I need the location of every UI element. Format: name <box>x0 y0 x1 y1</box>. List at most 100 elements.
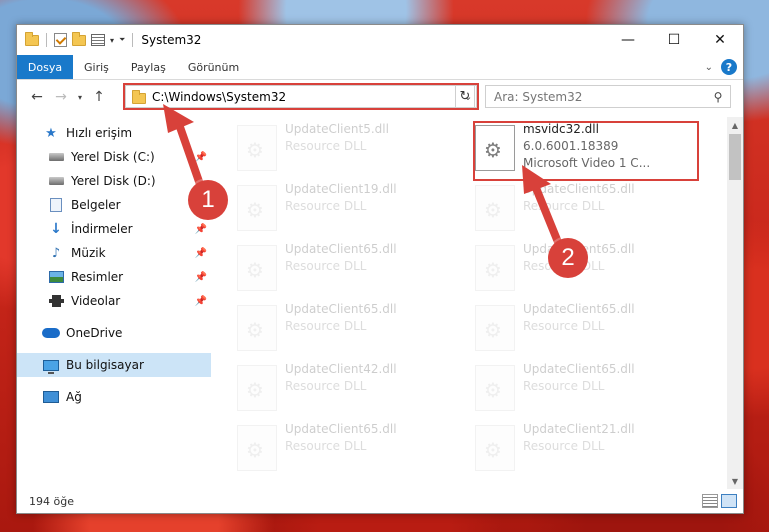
search-box[interactable]: ⚲ <box>485 85 731 108</box>
file-explorer-window: ▾ ⏷ System32 — ☐ ✕ Dosya Giriş Paylaş Gö… <box>16 24 744 514</box>
file-item[interactable]: UpdateClient42.dll Resource DLL <box>237 361 467 421</box>
file-name: UpdateClient65.dll <box>523 182 635 196</box>
file-item[interactable]: UpdateClient65.dllResource DLL <box>475 301 705 361</box>
window-title: System32 <box>141 33 202 47</box>
sidebar-item-label: Bu bilgisayar <box>66 358 144 372</box>
view-toggle <box>702 494 737 508</box>
up-button[interactable]: ↑ <box>87 89 111 105</box>
back-button[interactable]: ← <box>25 89 49 105</box>
sidebar-item-local-disk-c[interactable]: Yerel Disk (C:) 📌 <box>17 145 211 169</box>
pin-icon: 📌 <box>194 247 207 259</box>
properties-icon[interactable] <box>91 34 105 46</box>
file-item[interactable]: UpdateClient65.dllResource DLL <box>475 361 705 421</box>
chevron-down-icon[interactable]: ▾ <box>110 36 114 45</box>
file-item[interactable]: UpdateClient21.dll Resource DLL <box>475 421 705 481</box>
title-bar: ▾ ⏷ System32 — ☐ ✕ <box>17 25 743 55</box>
search-input[interactable] <box>494 89 706 104</box>
customize-toolbar-icon[interactable]: ⏷ <box>119 35 125 45</box>
sidebar-item-label: İndirmeler <box>71 222 133 236</box>
tab-view[interactable]: Görünüm <box>177 55 250 79</box>
pin-icon: 📌 <box>194 295 207 307</box>
refresh-button[interactable]: ↻ <box>455 85 475 108</box>
sidebar-item-label: Belgeler <box>71 198 121 212</box>
sidebar-item-onedrive[interactable]: OneDrive <box>17 321 211 345</box>
tab-file[interactable]: Dosya <box>17 55 73 79</box>
forward-button[interactable]: → <box>49 89 73 105</box>
videos-icon <box>47 293 65 309</box>
sidebar-item-label: Hızlı erişim <box>66 126 133 140</box>
large-icons-view-icon[interactable] <box>721 494 737 508</box>
file-type: Resource DLL <box>523 379 605 393</box>
details-view-icon[interactable] <box>702 494 718 508</box>
sidebar-item-documents[interactable]: Belgeler <box>17 193 211 217</box>
file-name: UpdateClient65.dll <box>285 242 397 256</box>
dll-file-icon <box>237 305 277 351</box>
file-item[interactable]: UpdateClient65.dllResource DLL <box>475 241 705 301</box>
pin-icon: 📌 <box>194 271 207 283</box>
folder-icon <box>25 31 39 46</box>
toolbar-separator <box>46 33 47 47</box>
drive-icon <box>47 149 65 165</box>
sidebar-item-label: Yerel Disk (C:) <box>71 150 155 164</box>
file-item[interactable]: UpdateClient65.dllResource DLL <box>237 421 467 481</box>
sidebar-item-label: Müzik <box>71 246 106 260</box>
file-name: UpdateClient19.dll <box>285 182 397 196</box>
file-item[interactable]: UpdateClient5.dll Resource DLL <box>237 121 467 181</box>
sidebar-item-label: Yerel Disk (D:) <box>71 174 156 188</box>
sidebar-item-videos[interactable]: Videolar 📌 <box>17 289 211 313</box>
dll-file-icon <box>237 245 277 291</box>
scroll-down-icon[interactable]: ▼ <box>727 473 743 489</box>
file-type: Resource DLL <box>523 319 605 333</box>
sidebar-item-local-disk-d[interactable]: Yerel Disk (D:) <box>17 169 211 193</box>
file-name: UpdateClient5.dll <box>285 122 389 136</box>
file-item[interactable]: UpdateClient65.dll Resource DLL <box>237 241 467 301</box>
file-type: Resource DLL <box>285 199 367 213</box>
help-icon[interactable]: ? <box>721 59 737 75</box>
pin-icon: 📌 <box>194 151 207 163</box>
sidebar-item-pictures[interactable]: Resimler 📌 <box>17 265 211 289</box>
navigation-bar: ← → ▾ ↑ C:\Windows\System32 ⌄ ↻ ⚲ <box>17 81 743 113</box>
folder-icon <box>132 89 146 104</box>
callout-step-1: 1 <box>188 180 228 220</box>
network-icon <box>42 389 60 405</box>
close-button[interactable]: ✕ <box>697 25 743 55</box>
vertical-scrollbar[interactable]: ▲ ▼ <box>727 117 743 489</box>
dll-file-icon <box>475 185 515 231</box>
quick-access-toolbar: ▾ ⏷ <box>17 31 135 47</box>
download-icon: ↓ <box>50 221 62 237</box>
file-name: UpdateClient65.dll <box>285 302 397 316</box>
scroll-up-icon[interactable]: ▲ <box>727 117 743 133</box>
new-folder-icon[interactable] <box>72 31 86 46</box>
file-type: Resource DLL <box>285 139 367 153</box>
recent-locations-icon[interactable]: ▾ <box>73 93 87 102</box>
expand-ribbon-icon[interactable]: ⌄ <box>705 62 713 73</box>
tab-share[interactable]: Paylaş <box>120 55 177 79</box>
search-icon[interactable]: ⚲ <box>706 90 730 104</box>
tab-home[interactable]: Giriş <box>73 55 120 79</box>
file-version: 6.0.6001.18389 <box>523 139 619 153</box>
sidebar-item-quick-access[interactable]: ★ Hızlı erişim <box>17 121 211 145</box>
computer-icon <box>42 357 60 374</box>
status-bar: 194 öğe <box>17 489 743 513</box>
sidebar-item-downloads[interactable]: ↓ İndirmeler 📌 <box>17 217 211 241</box>
file-item-msvidc32[interactable]: msvidc32.dll 6.0.6001.18389 Microsoft Vide… <box>475 121 705 181</box>
minimize-button[interactable]: — <box>605 25 651 55</box>
sidebar-item-this-pc[interactable]: Bu bilgisayar <box>17 353 211 377</box>
file-item[interactable]: UpdateClient65.dllResource DLL <box>475 181 705 241</box>
window-controls: — ☐ ✕ <box>605 25 743 55</box>
properties-check-icon[interactable] <box>54 33 67 47</box>
sidebar-item-network[interactable]: Ağ <box>17 385 211 409</box>
address-bar[interactable]: C:\Windows\System32 ⌄ <box>125 85 477 108</box>
item-count: 194 öğe <box>29 494 74 508</box>
address-path[interactable]: C:\Windows\System32 <box>152 90 460 104</box>
dll-file-icon <box>475 245 515 291</box>
file-type: Resource DLL <box>285 259 367 273</box>
maximize-button[interactable]: ☐ <box>651 25 697 55</box>
dll-file-icon <box>475 425 515 471</box>
file-item[interactable]: UpdateClient19.dll Resource DLL <box>237 181 467 241</box>
sidebar-item-music[interactable]: ♪ Müzik 📌 <box>17 241 211 265</box>
sidebar-item-label: Ağ <box>66 390 82 404</box>
scrollbar-thumb[interactable] <box>729 134 741 180</box>
file-item[interactable]: UpdateClient65.dllResource DLL <box>237 301 467 361</box>
navigation-pane: ★ Hızlı erişim Yerel Disk (C:) 📌 Yerel D… <box>17 117 211 489</box>
